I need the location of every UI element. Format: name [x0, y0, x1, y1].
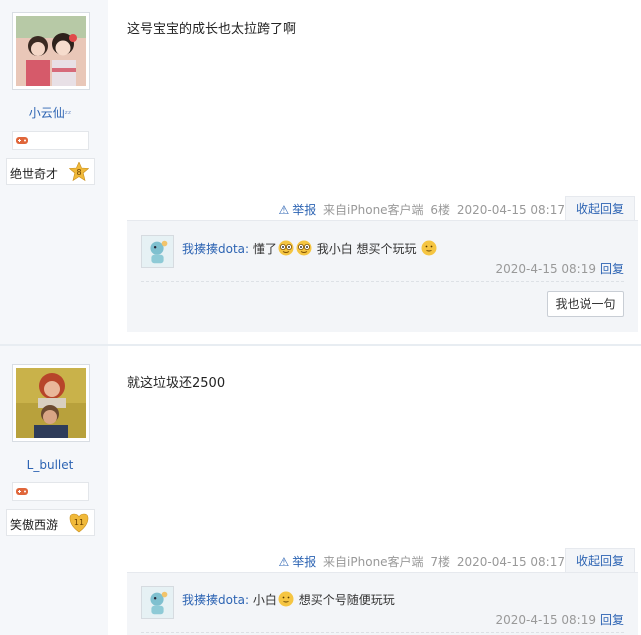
reply-list: 我揍揍dota: 懂了 我小白 想买个玩玩 2020-4-15 08:19 回复 … [127, 220, 638, 332]
post-floor: 6楼 [430, 203, 451, 217]
level-badge-icon: 11 [69, 513, 89, 533]
reply-item: 我揍揍dota: 懂了 我小白 想买个玩玩 2020-4-15 08:19 回复 [141, 234, 624, 282]
reply-meta: 2020-4-15 08:19 回复 [495, 260, 624, 277]
user-title-box[interactable]: 绝世奇才 8 [6, 158, 95, 185]
reply-avatar-image [142, 236, 173, 267]
reply-button[interactable]: 回复 [600, 613, 624, 627]
reply-text-line: 我揍揍dota: 懂了 我小白 想买个玩玩 [182, 240, 438, 257]
post-source: 来自iPhone客户端 [323, 203, 424, 217]
reply-button[interactable]: 回复 [600, 262, 624, 276]
post-floor-7: L_bullet 笑傲西游 11 就这垃圾还2500 ⚠ 举报 来自iPhone客… [0, 346, 641, 635]
reply-text: 我小白 想买个玩玩 [316, 242, 417, 256]
username-text: 小云仙 [28, 106, 65, 120]
post-time: 2020-04-15 08:17 [456, 203, 565, 217]
post-content: 就这垃圾还2500 [127, 376, 226, 391]
level-number: 8 [76, 168, 81, 177]
smile-emoji-icon [278, 591, 294, 607]
reply-avatar[interactable] [141, 586, 174, 619]
reply-username[interactable]: 我揍揍dota: [182, 242, 249, 256]
username-text: L_bullet [26, 458, 74, 472]
reply-time: 2020-4-15 08:19 [495, 613, 596, 627]
reply-list: 我揍揍dota: 小白 想买个号随便玩玩 2020-4-15 08:19 回复 [127, 572, 638, 635]
glasses-emoji-icon [278, 240, 294, 256]
user-sidebar: L_bullet 笑傲西游 11 [0, 346, 108, 635]
gamepad-icon [16, 137, 28, 144]
reply-avatar-image [142, 587, 173, 618]
user-title: 笑傲西游 [10, 518, 59, 532]
post-content: 这号宝宝的成长也太拉跨了啊 [127, 22, 297, 37]
collapse-replies-tab[interactable]: 收起回复 [565, 196, 635, 221]
report-label: 举报 [292, 555, 317, 569]
glasses-emoji-icon [296, 240, 312, 256]
game-level-box [12, 482, 89, 501]
warning-icon: ⚠ [278, 203, 290, 217]
report-label: 举报 [292, 203, 317, 217]
post-floor-6: 小云仙ᶻᶻ 绝世奇才 8 这号宝宝的成长也太拉跨了啊 ⚠ 举报 来自iPhone客… [0, 0, 641, 344]
reply-item: 我揍揍dota: 小白 想买个号随便玩玩 2020-4-15 08:19 回复 [141, 585, 624, 633]
reply-meta: 2020-4-15 08:19 回复 [495, 611, 624, 628]
post-meta: ⚠ 举报 来自iPhone客户端 7楼 2020-04-15 08:17 [272, 553, 565, 570]
report-link[interactable]: ⚠ 举报 [275, 555, 316, 569]
avatar-image [16, 368, 86, 438]
reply-text-line: 我揍揍dota: 小白 想买个号随便玩玩 [182, 591, 395, 608]
reply-time: 2020-4-15 08:19 [495, 262, 596, 276]
post-source: 来自iPhone客户端 [323, 555, 424, 569]
report-link[interactable]: ⚠ 举报 [275, 203, 316, 217]
user-title: 绝世奇才 [10, 167, 59, 181]
username[interactable]: 小云仙ᶻᶻ [0, 104, 100, 121]
avatar-image [16, 16, 86, 86]
post-floor: 7楼 [430, 555, 451, 569]
gamepad-icon [16, 488, 28, 495]
game-level-box [12, 131, 89, 150]
say-something-button[interactable]: 我也说一句 [547, 291, 624, 317]
avatar[interactable] [12, 12, 90, 90]
level-badge-icon: 8 [69, 162, 89, 182]
level-number: 11 [74, 518, 84, 527]
username[interactable]: L_bullet [0, 458, 100, 472]
post-time: 2020-04-15 08:17 [456, 555, 565, 569]
reply-username[interactable]: 我揍揍dota: [182, 593, 249, 607]
user-sidebar: 小云仙ᶻᶻ 绝世奇才 8 [0, 0, 108, 344]
post-meta: ⚠ 举报 来自iPhone客户端 6楼 2020-04-15 08:17 [272, 201, 565, 218]
sleep-icon: ᶻᶻ [64, 110, 72, 120]
collapse-replies-tab[interactable]: 收起回复 [565, 548, 635, 573]
smile-emoji-icon [421, 240, 437, 256]
warning-icon: ⚠ [278, 555, 290, 569]
reply-avatar[interactable] [141, 235, 174, 268]
reply-text: 小白 [252, 593, 277, 607]
reply-text: 懂了 [252, 242, 277, 256]
avatar[interactable] [12, 364, 90, 442]
user-title-box[interactable]: 笑傲西游 11 [6, 509, 95, 536]
reply-text: 想买个号随便玩玩 [298, 593, 395, 607]
